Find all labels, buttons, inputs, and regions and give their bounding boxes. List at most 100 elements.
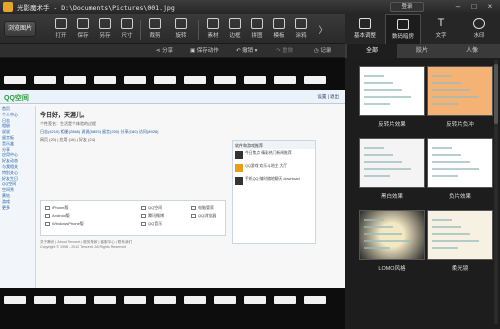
panel-row: QQ空间 <box>141 205 162 211</box>
scrollbar-thumb[interactable] <box>494 64 498 124</box>
tab-all[interactable]: 全部 <box>347 44 397 58</box>
action-bar: ⋖ 分享 ▣ 保存动作 ↶ 撤销 ▾ ↷ 重做 ◷ 记录 <box>0 44 345 58</box>
border-icon <box>229 18 241 29</box>
tab-text[interactable]: T 文字 <box>423 14 459 44</box>
thumbnail-text-line <box>432 168 479 170</box>
tab-watermark[interactable]: 水印 <box>461 14 497 44</box>
effect-thumbnail[interactable] <box>427 210 493 260</box>
thumbnail-text-line <box>432 219 452 221</box>
webpage-header: QQ空间 设置 | 退出 <box>0 90 345 104</box>
thumbnail-text-line <box>432 240 479 242</box>
browse-images-button[interactable]: 浏览图片 <box>4 21 36 37</box>
main-toolbar: 浏览图片 打开 保存 另存 尺寸 裁剪 旋转 素材 边框 拼图 模板 涂鸦 〉 <box>0 14 345 44</box>
tab-basic-adjust[interactable]: 基本调整 <box>347 14 383 44</box>
material-button[interactable]: 素材 <box>202 17 224 43</box>
toolbar-divider <box>198 20 199 40</box>
panel-row: QQ浏览器 <box>191 213 216 219</box>
mode-tabs: 基本调整 数码暗房 T 文字 水印 <box>345 14 500 44</box>
effect-label: 黑白效果 <box>380 194 403 200</box>
effect-label: 柔光镜 <box>451 266 469 272</box>
thumbnail-text-line <box>364 103 390 105</box>
template-icon <box>273 18 285 29</box>
webpage-links: 设置 | 退出 <box>317 94 339 99</box>
redo-button[interactable]: ↷ 重做 <box>276 46 293 54</box>
effect-thumbnail[interactable] <box>427 66 493 116</box>
panel-row: WindowsPhone版 <box>45 221 84 227</box>
effect-label: 反转片负冲 <box>446 122 474 128</box>
rotate-button[interactable]: 旋转 <box>170 17 192 43</box>
effect-category-tabs: 全部 胶片 人像 <box>345 44 500 58</box>
webpage-greeting: 今日好，天涯儿。 <box>40 113 89 119</box>
title-bar: 光影魔术手 - D:\Documents\Pictures\001.jpg <box>0 0 500 14</box>
minimize-button[interactable]: – <box>452 1 464 12</box>
maximize-button[interactable]: □ <box>468 1 480 12</box>
doodle-icon <box>295 18 307 29</box>
effects-panel: 反转片效果 反转片负冲 黑白效果 负片效果 LOMO风格 柔光镜 <box>345 58 500 329</box>
webpage-footer: 关于腾讯 | About Tencent | 服务条款 | 客服中心 | 联系我… <box>40 240 133 249</box>
open-button[interactable]: 打开 <box>50 17 72 43</box>
template-button[interactable]: 模板 <box>268 17 290 43</box>
thumbnail-text-line <box>364 175 390 177</box>
webpage-sidebar-item: 更多 <box>2 204 10 210</box>
save-action-icon: ▣ <box>190 48 197 54</box>
open-icon <box>55 18 67 29</box>
effect-label: 反转片效果 <box>378 122 406 128</box>
effects-scrollbar[interactable] <box>494 60 498 324</box>
effect-label: 负片效果 <box>448 194 471 200</box>
phone-icon <box>235 177 243 185</box>
thumbnail-text-line <box>432 89 470 91</box>
recommend-item: QQ游戏 欢乐斗地主 大厅 <box>233 162 315 175</box>
collage-button[interactable]: 拼图 <box>246 17 268 43</box>
doodle-button[interactable]: 涂鸦 <box>290 17 312 43</box>
person-icon <box>473 18 485 29</box>
save-button[interactable]: 保存 <box>72 17 94 43</box>
close-button[interactable]: × <box>484 1 496 12</box>
thumbnail-text-line <box>432 96 479 98</box>
edited-photo: QQ空间 设置 | 退出 首页 个人中心 日志 相册 说说 留言板 音乐盒 分享 应用中心 好友动… <box>0 90 345 288</box>
thumbnail-text-line <box>364 219 384 221</box>
window-title: 光影魔术手 - D:\Documents\Pictures\001.jpg <box>17 4 175 12</box>
share-button[interactable]: ⋖ 分享 <box>156 46 173 54</box>
material-icon <box>207 18 219 29</box>
qq-icon <box>235 164 243 172</box>
webpage-sidebar: 首页 个人中心 日志 相册 说说 留言板 音乐盒 分享 应用中心 好友动态 与我相关 特别关心 好友生日… <box>0 106 36 288</box>
thumbnail-text-line <box>364 147 384 149</box>
thumbnail-text-line <box>432 75 452 77</box>
thumbnail-text-line <box>432 82 461 84</box>
border-button[interactable]: 边框 <box>224 17 246 43</box>
crop-button[interactable]: 裁剪 <box>144 17 166 43</box>
tab-portrait[interactable]: 人像 <box>447 44 497 58</box>
app-logo-icon <box>3 2 13 12</box>
adjust-icon <box>359 18 371 29</box>
thumbnail-text-line <box>432 154 461 156</box>
tab-digital-darkroom[interactable]: 数码暗房 <box>385 14 421 44</box>
collage-icon <box>251 18 263 29</box>
effect-thumbnail[interactable] <box>359 210 425 260</box>
app-icon <box>235 151 243 159</box>
undo-button[interactable]: ↶ 撤销 ▾ <box>236 46 257 54</box>
save-as-button[interactable]: 另存 <box>94 17 116 43</box>
effect-thumbnail[interactable] <box>359 138 425 188</box>
thumbnail-text-line <box>364 96 411 98</box>
effect-thumbnail[interactable] <box>359 66 425 116</box>
recommend-item: 今日焦点 精彩热门新闻推荐 <box>233 149 315 162</box>
webpage-logo: QQ空间 <box>4 95 29 102</box>
thumbnail-text-line <box>432 161 470 163</box>
thumbnail-text-line <box>432 247 458 249</box>
thumbnail-text-line <box>432 175 458 177</box>
history-button[interactable]: ◷ 记录 <box>314 46 331 54</box>
save-as-icon <box>99 18 111 29</box>
more-tools-button[interactable]: 〉 <box>316 17 330 43</box>
thumbnail-text-line <box>364 82 393 84</box>
webpage-line: 日志(4210) 相册(2866) 说说(5893) 留言(200) 分享(18… <box>40 129 159 134</box>
thumbnail-text-line <box>364 154 393 156</box>
save-action-button[interactable]: ▣ 保存动作 <box>190 46 219 54</box>
webpage-recommend-box: 软件和游戏推荐 今日焦点 精彩热门新闻推荐 QQ游戏 欢乐斗地主 大厅 手机QQ… <box>232 140 316 244</box>
panel-row: Android版 <box>45 213 70 219</box>
resize-button[interactable]: 尺寸 <box>116 17 138 43</box>
image-canvas[interactable]: QQ空间 设置 | 退出 首页 个人中心 日志 相册 说说 留言板 音乐盒 分享 应用中心 好友动… <box>0 58 345 329</box>
tab-film[interactable]: 胶片 <box>397 44 447 58</box>
login-button[interactable]: 登录 <box>390 2 424 12</box>
webpage-app-panel: iPhone版 Android版 WindowsPhone版 QQ空间 腾讯微博… <box>40 200 226 236</box>
effect-thumbnail[interactable] <box>427 138 493 188</box>
